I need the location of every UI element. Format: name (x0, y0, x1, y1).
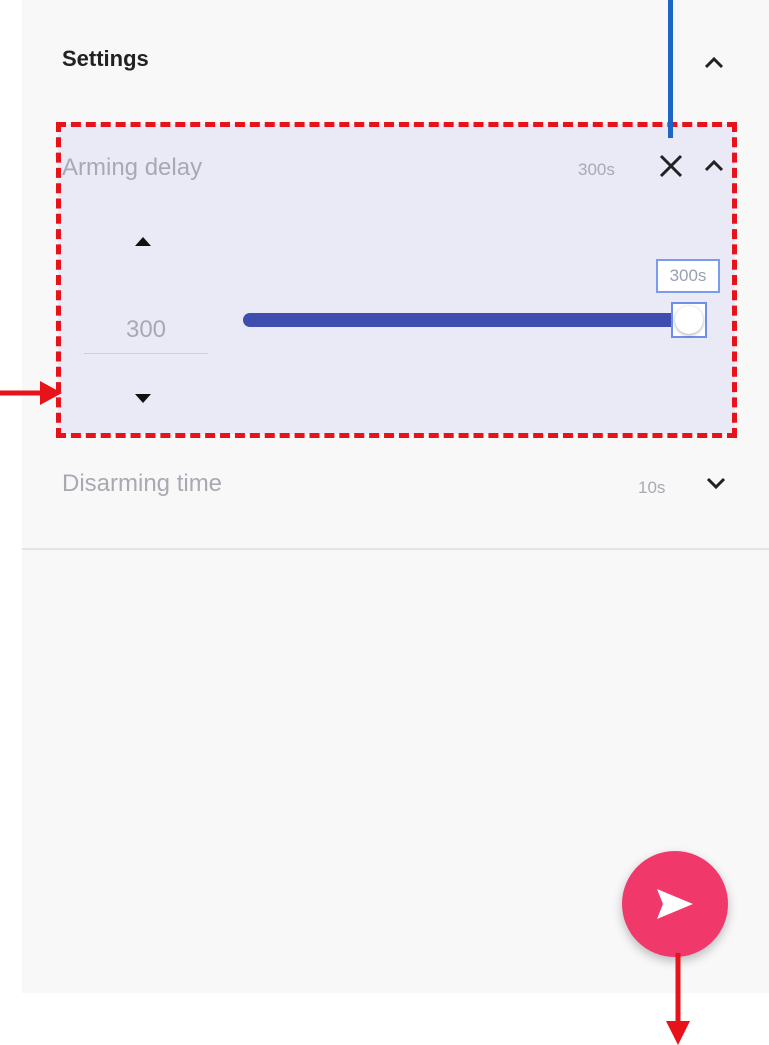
disarming-time-label[interactable]: Disarming time (62, 470, 222, 498)
annotation-blue-line (668, 0, 673, 138)
annotation-dashed-box (56, 122, 737, 438)
disarming-time-value: 10s (638, 478, 666, 497)
annotation-arrow-down (666, 953, 690, 1045)
chevron-down-icon[interactable] (703, 474, 729, 492)
page: Settings Arming delay 300s 300 300s Disa… (0, 0, 769, 1045)
section-divider (22, 548, 769, 550)
send-button[interactable] (622, 851, 728, 957)
settings-title: Settings (62, 46, 149, 71)
send-icon (657, 889, 693, 919)
chevron-up-icon[interactable] (700, 52, 728, 72)
annotation-arrow-right (0, 381, 62, 405)
